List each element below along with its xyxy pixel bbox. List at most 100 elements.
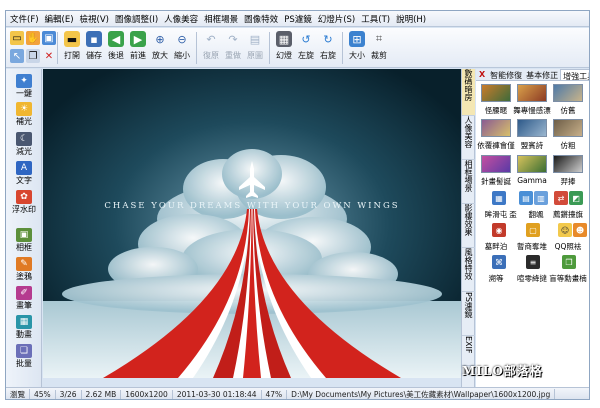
back-button[interactable]: ◀ 後退 — [105, 28, 127, 68]
menu-slideshow[interactable]: 幻燈片(S) — [315, 13, 359, 25]
effects-panel: X 智能修復 基本修正 增強工具 怪腰暱 舞專慢感漂 仿舊 依覆褲會僅 盟賓詩 … — [476, 69, 589, 387]
monitor-icon[interactable]: ▣ — [42, 31, 56, 45]
effect-label: 暫商奪堆 — [517, 242, 547, 251]
tool-brush[interactable]: ✐ 畫筆 — [9, 286, 39, 310]
effect-label: QQ照袪 — [554, 242, 582, 251]
status-bar: 瀏覽 45% 3/26 2.62 MB 1600x1200 2011-03-30… — [6, 387, 589, 399]
qq-emoji-icon[interactable]: ☺ — [558, 223, 572, 237]
effect-label: 仿粗 — [560, 141, 576, 150]
menu-file[interactable]: 文件(F) — [7, 13, 42, 25]
zoom-in-button[interactable]: ⊕ 放大 — [149, 28, 171, 68]
pointer-icon[interactable]: ↖ — [10, 49, 24, 63]
left-tool-sidebar: ✦ 一鍵 ☀ 補光 ☾ 減光 A 文字 ✿ 浮水印 ▣ 相框 ✎ 塗鴉 ✐ 畫筆 — [6, 69, 42, 387]
rotate-right-button[interactable]: ↻ 右旋 — [317, 28, 339, 68]
effect-label: 盲等勳畫楠 — [549, 274, 587, 283]
film-icon: ▦ — [16, 315, 32, 329]
undo-button[interactable]: ↶ 復原 — [200, 28, 222, 68]
crop-icon: ⌗ — [375, 32, 383, 45]
status-zoom: 45% — [30, 389, 56, 399]
redo-button[interactable]: ↷ 重做 — [222, 28, 244, 68]
tab-style-effects[interactable]: 風格特效 — [462, 248, 475, 292]
menu-help[interactable]: 說明(H) — [393, 13, 429, 25]
menu-tools[interactable]: 工具(T) — [358, 13, 393, 25]
menu-frames[interactable]: 相框場景 — [201, 13, 241, 25]
tool-text[interactable]: A 文字 — [9, 161, 39, 185]
resize-icon: ⊞ — [349, 31, 365, 47]
tab-digital-darkroom[interactable]: 數碼暗房 — [462, 69, 475, 116]
tool-fill-light[interactable]: ☀ 補光 — [9, 102, 39, 126]
tool-frame[interactable]: ▣ 相框 — [9, 228, 39, 252]
effect-thumb[interactable] — [553, 119, 583, 137]
spray-icon: ✎ — [16, 257, 32, 271]
save-button[interactable]: ▪ 儲存 — [83, 28, 105, 68]
zoom-out-button[interactable]: ⊖ 縮小 — [171, 28, 193, 68]
subtab-enhance[interactable]: 增強工具 — [560, 69, 589, 81]
frame-border-icon[interactable]: ▢ — [526, 223, 540, 237]
effect-label: 盟賓詩 — [520, 141, 544, 150]
close-panel-icon[interactable]: X — [476, 69, 488, 80]
tab-studio-effects[interactable]: 影樓效果 — [462, 204, 475, 248]
delete-icon[interactable]: ✕ — [42, 49, 56, 63]
photo-canvas[interactable]: Chase Your Dreams With Your Own Wings — [43, 69, 461, 378]
effect-thumb[interactable] — [481, 155, 511, 173]
layers-icon[interactable]: ❒ — [562, 255, 576, 269]
flip-icon[interactable]: ⇄ — [554, 191, 568, 205]
tab-portrait[interactable]: 人像美容 — [462, 116, 475, 160]
tilt-icon[interactable]: ◩ — [569, 191, 583, 205]
tool-watermark[interactable]: ✿ 浮水印 — [9, 190, 39, 214]
tool-reduce-light[interactable]: ☾ 減光 — [9, 132, 39, 156]
menu-image-adjust[interactable]: 圖像調整(I) — [112, 13, 161, 25]
tool-animation[interactable]: ▦ 動畫 — [9, 315, 39, 339]
line-icon[interactable]: ≡ — [526, 255, 540, 269]
menu-effects[interactable]: 圖像特效 — [241, 13, 281, 25]
open-button[interactable]: ▬ 打開 — [61, 28, 83, 68]
effect-thumb[interactable] — [481, 119, 511, 137]
effect-thumb[interactable] — [553, 84, 583, 102]
effect-thumb[interactable] — [481, 84, 511, 102]
rotate-left-icon: ↺ — [301, 32, 311, 46]
noise-icon[interactable]: ▦ — [492, 191, 506, 205]
menu-view[interactable]: 檢視(V) — [77, 13, 112, 25]
zoom-out-icon: ⊖ — [177, 32, 187, 46]
effect-label: 盃 — [509, 210, 517, 219]
tab-ps-filters[interactable]: PS濾鏡 — [462, 292, 475, 336]
qq-emoji-icon[interactable]: ☻ — [573, 223, 587, 237]
folder-open-icon: ▬ — [64, 31, 80, 47]
slideshow-button[interactable]: ▦ 幻燈 — [273, 28, 295, 68]
resize-button[interactable]: ⊞ 大小 — [346, 28, 368, 68]
effect-thumb[interactable] — [517, 155, 547, 173]
status-path: D:\My Documents\My Pictures\美工佐藏素材\Wallp… — [287, 388, 556, 399]
effect-thumb[interactable] — [517, 119, 547, 137]
subtab-basic-fix[interactable]: 基本修正 — [524, 69, 560, 80]
tool-doodle[interactable]: ✎ 塗鴉 — [9, 257, 39, 281]
forward-button[interactable]: ▶ 前進 — [127, 28, 149, 68]
effect-thumb[interactable] — [553, 155, 583, 173]
copy-icon[interactable]: ❐ — [26, 49, 40, 63]
crop-button[interactable]: ⌗ 裁剪 — [368, 28, 390, 68]
arrow-right-icon: ▶ — [130, 31, 146, 47]
tool-one-click[interactable]: ✦ 一鍵 — [9, 74, 39, 98]
stamp-icon[interactable]: ◉ — [492, 223, 506, 237]
hand-icon[interactable]: ✋ — [26, 31, 40, 45]
undo-icon: ↶ — [206, 32, 216, 46]
grid-icon[interactable]: ▤ — [519, 191, 533, 205]
tab-frames[interactable]: 相框場景 — [462, 160, 475, 204]
warp-icon[interactable]: ⌘ — [492, 255, 506, 269]
menu-edit[interactable]: 編輯(E) — [42, 13, 77, 25]
original-button[interactable]: ▤ 原圖 — [244, 28, 266, 68]
menu-ps-filters[interactable]: PS濾鏡 — [281, 13, 315, 25]
folder-icon[interactable]: ▭ — [10, 31, 24, 45]
batch-icon: ❏ — [16, 344, 32, 358]
menu-portrait[interactable]: 人像美容 — [161, 13, 201, 25]
zoom-in-icon: ⊕ — [155, 32, 165, 46]
effect-thumb[interactable] — [517, 84, 547, 102]
rotate-left-button[interactable]: ↺ 左旋 — [295, 28, 317, 68]
status-index: 3/26 — [56, 389, 82, 399]
tool-batch[interactable]: ❏ 批量 — [9, 344, 39, 368]
brush-icon: ✐ — [16, 286, 32, 300]
subtab-smart-repair[interactable]: 智能修復 — [488, 69, 524, 80]
sun-icon: ☀ — [16, 102, 32, 116]
grid-icon[interactable]: ▥ — [534, 191, 548, 205]
image-icon: ▤ — [249, 32, 261, 46]
category-tabs: 數碼暗房 人像美容 相框場景 影樓效果 風格特效 PS濾鏡 EXIF — [461, 69, 475, 387]
